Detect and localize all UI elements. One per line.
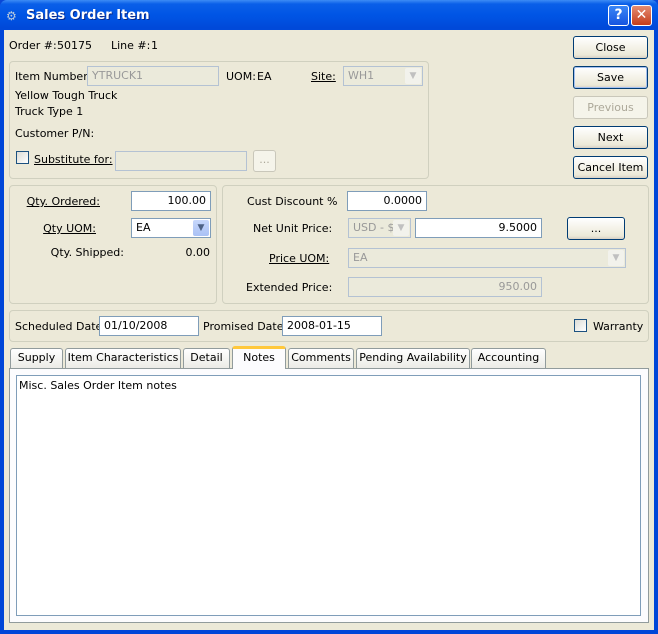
- qty-shipped-label: Qty. Shipped:: [50, 246, 124, 259]
- price-uom-label: Price UOM:: [269, 252, 330, 265]
- order-value: 50175: [57, 39, 92, 52]
- scheduled-date-label: Scheduled Date:: [15, 320, 107, 333]
- site-label: Site:: [311, 70, 336, 83]
- close-window-button[interactable]: ✕: [631, 5, 652, 26]
- chevron-down-icon: ▼: [608, 250, 624, 266]
- substitute-label: Substitute for:: [34, 153, 113, 166]
- line-value: 1: [151, 39, 158, 52]
- tab-accounting[interactable]: Accounting: [471, 348, 546, 368]
- item-description-2: Truck Type 1: [15, 105, 84, 118]
- net-unit-price-field[interactable]: 9.5000: [415, 218, 542, 238]
- qty-shipped-value: 0.00: [185, 246, 211, 259]
- currency-value: USD - $: [353, 221, 395, 234]
- help-button[interactable]: ?: [608, 5, 629, 26]
- window-title: Sales Order Item: [26, 8, 150, 23]
- previous-button[interactable]: Previous: [573, 96, 648, 119]
- chevron-down-icon: ▼: [193, 220, 209, 236]
- next-button[interactable]: Next: [573, 126, 648, 149]
- item-number-field[interactable]: YTRUCK1: [87, 66, 219, 86]
- chevron-down-icon: ▼: [393, 220, 409, 236]
- qty-ordered-label: Qty. Ordered:: [26, 195, 100, 208]
- qty-uom-value: EA: [136, 221, 151, 234]
- app-icon: ⚙: [6, 9, 17, 23]
- cancel-item-button[interactable]: Cancel Item: [573, 156, 648, 179]
- line-label: Line #:: [111, 39, 151, 52]
- extended-price-field[interactable]: 950.00: [348, 277, 542, 297]
- qty-ordered-field[interactable]: 100.00: [131, 191, 211, 211]
- tab-supply[interactable]: Supply: [10, 348, 63, 368]
- tab-pending-availability[interactable]: Pending Availability: [356, 348, 470, 368]
- tab-notes[interactable]: Notes: [232, 346, 286, 369]
- substitute-field[interactable]: [115, 151, 247, 171]
- currency-combo[interactable]: USD - $ ▼: [348, 218, 411, 238]
- tab-item-characteristics[interactable]: Item Characteristics: [65, 348, 181, 368]
- tab-detail[interactable]: Detail: [183, 348, 230, 368]
- warranty-label: Warranty: [593, 320, 644, 333]
- scheduled-date-field[interactable]: 01/10/2008: [99, 316, 199, 336]
- discount-label: Cust Discount %: [247, 195, 338, 208]
- discount-field[interactable]: 0.0000: [347, 191, 427, 211]
- site-combo[interactable]: WH1 ▼: [343, 66, 423, 86]
- tab-comments[interactable]: Comments: [288, 348, 354, 368]
- dialog-body: Order #: 50175 Line #: 1 Item Number: YT…: [4, 30, 654, 630]
- notes-tab-panel: Misc. Sales Order Item notes: [9, 368, 649, 623]
- extended-price-label: Extended Price:: [246, 281, 333, 294]
- substitute-checkbox[interactable]: [16, 151, 29, 164]
- item-description-1: Yellow Tough Truck: [15, 89, 118, 102]
- promised-date-field[interactable]: 2008-01-15: [282, 316, 382, 336]
- price-lookup-button[interactable]: ...: [567, 217, 625, 240]
- uom-value: EA: [257, 70, 272, 83]
- item-number-label: Item Number:: [15, 70, 92, 83]
- chevron-down-icon: ▼: [405, 68, 421, 84]
- net-unit-price-label: Net Unit Price:: [253, 222, 333, 235]
- notes-textarea[interactable]: Misc. Sales Order Item notes: [16, 375, 641, 616]
- uom-label: UOM:: [226, 70, 256, 83]
- price-uom-combo[interactable]: EA ▼: [348, 248, 626, 268]
- promised-date-label: Promised Date:: [203, 320, 288, 333]
- customer-pn-label: Customer P/N:: [15, 127, 95, 140]
- qty-uom-combo[interactable]: EA ▼: [131, 218, 211, 238]
- price-uom-value: EA: [353, 251, 368, 264]
- title-bar[interactable]: ⚙ Sales Order Item ? ✕: [0, 0, 658, 30]
- order-label: Order #:: [9, 39, 57, 52]
- save-button[interactable]: Save: [573, 66, 648, 89]
- warranty-checkbox[interactable]: [574, 319, 587, 332]
- site-value: WH1: [348, 69, 375, 82]
- substitute-lookup-button[interactable]: ...: [253, 150, 276, 172]
- close-button[interactable]: Close: [573, 36, 648, 59]
- qty-uom-label: Qty UOM:: [43, 222, 96, 235]
